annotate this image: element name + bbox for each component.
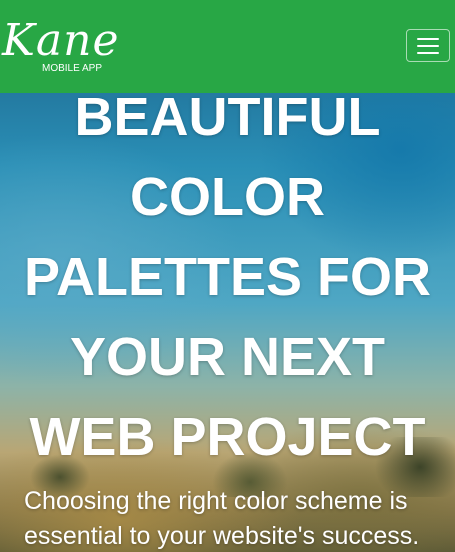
hero-headline-line: WEB PROJECT: [29, 407, 426, 467]
hamburger-menu-icon: [417, 51, 439, 54]
brand-logo[interactable]: Kane MOBILE APP: [0, 16, 130, 78]
hero-headline-line: YOUR NEXT: [69, 327, 386, 387]
hamburger-menu-icon: [417, 37, 439, 40]
hamburger-menu-icon: [417, 44, 439, 47]
hero-headline-line: PALETTES FOR: [23, 247, 431, 307]
brand-logo-subtitle: MOBILE APP: [42, 63, 103, 74]
hero-headline: BEAUTIFUL COLOR PALETTES FOR YOUR NEXT W…: [0, 77, 455, 477]
hero-subtext: Choosing the right color scheme is essen…: [24, 487, 420, 550]
hamburger-menu-button[interactable]: [406, 29, 450, 62]
brand-logo-script: Kane: [2, 15, 120, 66]
hero-headline-line: COLOR: [130, 167, 325, 227]
hero-headline-line: BEAUTIFUL: [74, 87, 381, 147]
